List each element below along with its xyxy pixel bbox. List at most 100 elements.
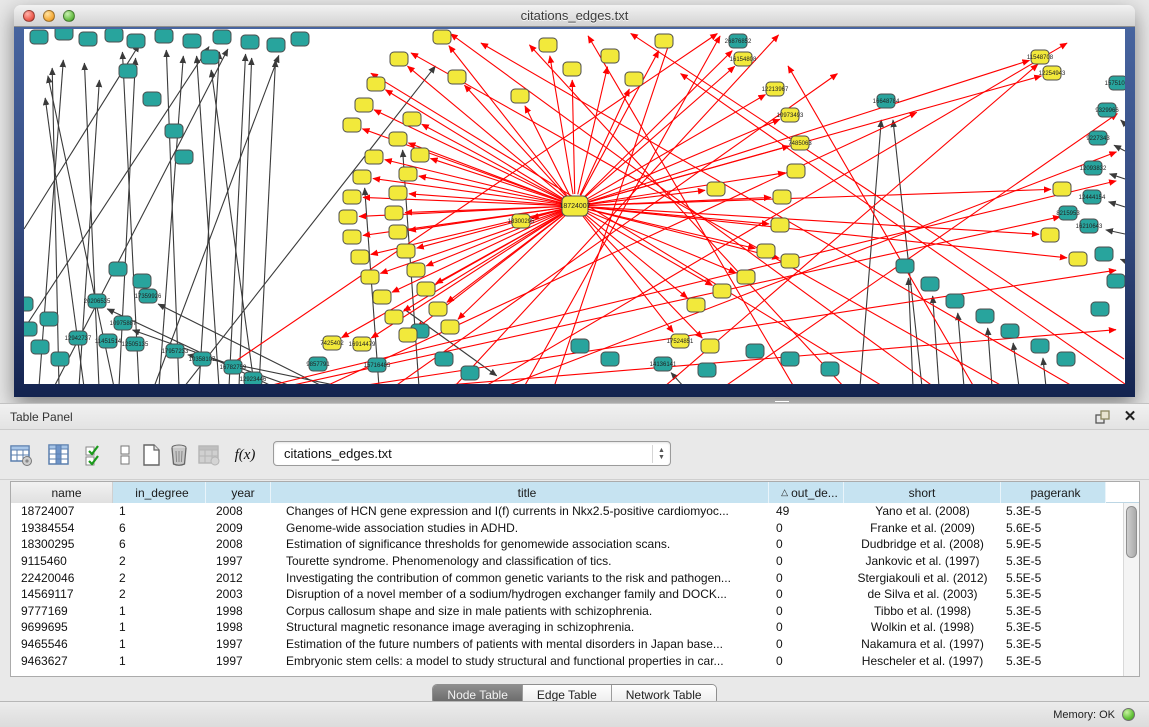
graph-node[interactable] bbox=[1041, 228, 1059, 242]
graph-node[interactable] bbox=[133, 274, 151, 288]
graph-node[interactable]: 12444154 bbox=[1079, 190, 1106, 204]
clear-selection-icon[interactable] bbox=[112, 442, 138, 468]
table-row[interactable]: 1938455462009Genome-wide association stu… bbox=[11, 520, 1139, 537]
graph-node[interactable] bbox=[655, 34, 673, 48]
graph-node[interactable] bbox=[389, 132, 407, 146]
float-window-icon[interactable] bbox=[1093, 408, 1111, 426]
graph-edge[interactable] bbox=[504, 152, 1117, 384]
graph-edge[interactable] bbox=[1121, 120, 1125, 124]
graph-node[interactable]: 26876852 bbox=[725, 34, 752, 48]
graph-edge[interactable] bbox=[166, 50, 179, 384]
graph-node[interactable] bbox=[30, 30, 48, 44]
graph-node[interactable] bbox=[373, 290, 391, 304]
graph-node[interactable] bbox=[24, 297, 33, 311]
graph-node[interactable] bbox=[601, 49, 619, 63]
column-header-out_de[interactable]: △out_de... bbox=[769, 482, 844, 503]
graph-edge[interactable] bbox=[671, 373, 684, 384]
graph-node[interactable] bbox=[105, 29, 123, 42]
close-panel-icon[interactable]: ✕ bbox=[1121, 408, 1139, 426]
graph-node[interactable]: 11451514 bbox=[95, 334, 122, 348]
table-row[interactable]: 969969511998Structural magnetic resonanc… bbox=[11, 619, 1139, 636]
table-row[interactable]: 1872400712008Changes of HCN gene express… bbox=[11, 503, 1139, 520]
graph-node[interactable] bbox=[361, 270, 379, 284]
graph-node[interactable] bbox=[976, 309, 994, 323]
splitter-handle[interactable] bbox=[775, 398, 789, 402]
graph-node[interactable] bbox=[79, 32, 97, 46]
graph-node[interactable] bbox=[201, 50, 219, 64]
graph-node[interactable] bbox=[291, 32, 309, 46]
graph-node[interactable] bbox=[411, 148, 429, 162]
graph-node[interactable] bbox=[448, 70, 466, 84]
graph-node[interactable] bbox=[417, 282, 435, 296]
column-header-name[interactable]: name bbox=[11, 482, 113, 503]
graph-node[interactable]: 15751074 bbox=[1105, 76, 1125, 90]
graph-node[interactable] bbox=[399, 167, 417, 181]
graph-node[interactable] bbox=[1069, 252, 1087, 266]
graph-node[interactable] bbox=[713, 284, 731, 298]
graph-node[interactable] bbox=[921, 277, 939, 291]
graph-edge[interactable] bbox=[664, 64, 1038, 384]
scrollbar-thumb[interactable] bbox=[1126, 506, 1137, 558]
graph-node[interactable] bbox=[1095, 247, 1113, 261]
graph-edge[interactable] bbox=[122, 52, 139, 384]
graph-edge[interactable] bbox=[365, 188, 379, 384]
graph-edge[interactable] bbox=[24, 47, 209, 329]
graph-node[interactable] bbox=[896, 259, 914, 273]
graph-node[interactable]: 17359926 bbox=[135, 289, 162, 303]
graph-node[interactable]: 12923446 bbox=[240, 372, 267, 384]
graph-node[interactable]: 16648784 bbox=[873, 94, 900, 108]
graph-edge[interactable] bbox=[586, 60, 1029, 202]
graph-node[interactable] bbox=[389, 186, 407, 200]
graph-edge[interactable] bbox=[199, 52, 219, 384]
graph-node[interactable] bbox=[390, 52, 408, 66]
graph-node[interactable] bbox=[441, 320, 459, 334]
table-row[interactable]: 946362711997Embryonic stem cells: a mode… bbox=[11, 652, 1139, 669]
graph-node[interactable] bbox=[1107, 274, 1125, 288]
table-mode-icon[interactable] bbox=[8, 442, 34, 468]
table-row[interactable]: 2242004622012Investigating the contribut… bbox=[11, 569, 1139, 586]
graph-node[interactable]: 12213967 bbox=[762, 82, 789, 96]
graph-node[interactable] bbox=[707, 182, 725, 196]
graph-node[interactable] bbox=[781, 254, 799, 268]
graph-node[interactable] bbox=[539, 38, 557, 52]
graph-node[interactable] bbox=[385, 310, 403, 324]
table-row[interactable]: 911546021997Tourette syndrome. Phenomeno… bbox=[11, 553, 1139, 570]
new-column-icon[interactable] bbox=[138, 442, 164, 468]
graph-node[interactable] bbox=[353, 170, 371, 184]
graph-node[interactable] bbox=[343, 230, 361, 244]
graph-node[interactable] bbox=[241, 35, 259, 49]
graph-node[interactable] bbox=[698, 363, 716, 377]
graph-edge[interactable] bbox=[1120, 259, 1125, 261]
graph-node[interactable] bbox=[119, 64, 137, 78]
graph-node[interactable]: 12093832 bbox=[1080, 161, 1107, 175]
graph-node[interactable]: 9329966 bbox=[1095, 103, 1119, 117]
graph-node[interactable] bbox=[946, 294, 964, 308]
graph-edge[interactable] bbox=[239, 58, 252, 384]
graph-node[interactable] bbox=[787, 164, 805, 178]
graph-node[interactable] bbox=[701, 339, 719, 353]
graph-edge[interactable] bbox=[39, 60, 63, 384]
graph-node[interactable] bbox=[365, 150, 383, 164]
graph-node[interactable] bbox=[407, 263, 425, 277]
graph-edge[interactable] bbox=[550, 56, 573, 194]
table-selector[interactable]: citations_edges.txt ▲▼ bbox=[273, 441, 671, 466]
graph-node[interactable]: 16154808 bbox=[730, 52, 757, 66]
graph-node[interactable] bbox=[821, 362, 839, 376]
graph-node[interactable] bbox=[746, 344, 764, 358]
graph-node[interactable] bbox=[143, 92, 161, 106]
graph-edge[interactable] bbox=[1110, 174, 1125, 179]
graph-node[interactable] bbox=[461, 366, 479, 380]
graph-node[interactable] bbox=[367, 77, 385, 91]
show-columns-icon[interactable] bbox=[46, 442, 72, 468]
graph-edge[interactable] bbox=[284, 217, 1060, 384]
graph-edge[interactable] bbox=[392, 211, 564, 292]
graph-node[interactable]: 7485063 bbox=[788, 136, 812, 150]
graph-node[interactable] bbox=[339, 210, 357, 224]
graph-node[interactable] bbox=[435, 352, 453, 366]
graph-edge[interactable] bbox=[587, 207, 1067, 258]
column-header-title[interactable]: title bbox=[271, 482, 769, 503]
graph-edge[interactable] bbox=[119, 58, 136, 384]
graph-node[interactable] bbox=[40, 312, 58, 326]
graph-node[interactable] bbox=[351, 250, 369, 264]
graph-node[interactable] bbox=[399, 328, 417, 342]
